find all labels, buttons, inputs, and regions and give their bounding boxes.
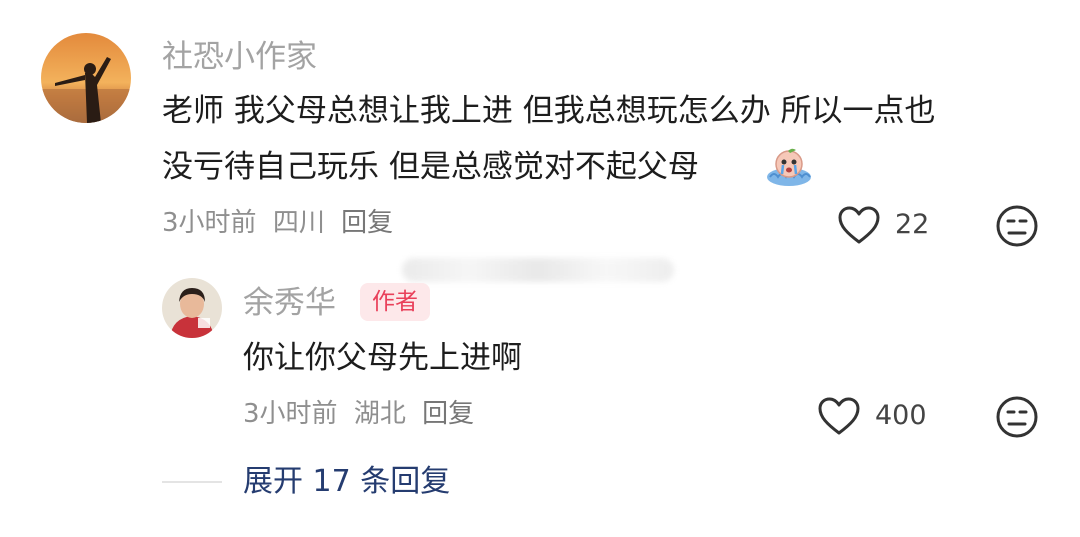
comment-text-line1: 老师 我父母总想让我上进 但我总想玩怎么办 所以一点也 xyxy=(162,93,936,129)
reply-meta: 3小时前 湖北 回复 xyxy=(243,397,482,431)
comment-reply-button[interactable]: 回复 xyxy=(341,208,393,238)
blurred-watermark xyxy=(402,258,674,282)
reply-username[interactable]: 余秀华 xyxy=(243,283,336,323)
dislike-face-icon[interactable] xyxy=(994,394,1040,440)
comment-like-count: 22 xyxy=(895,209,930,240)
dislike-face-icon[interactable] xyxy=(994,203,1040,249)
comment-location: 四川 xyxy=(272,208,325,238)
author-badge: 作者 xyxy=(360,283,430,321)
like-heart-icon[interactable] xyxy=(836,203,882,247)
crying-emoji-icon xyxy=(766,147,812,187)
comment-text-line2: 没亏待自己玩乐 但是总感觉对不起父母 xyxy=(162,149,699,185)
comment-meta: 3小时前 四川 回复 xyxy=(162,206,401,240)
reply-like-count: 400 xyxy=(875,400,927,431)
reply-location: 湖北 xyxy=(353,399,406,429)
reply-avatar[interactable] xyxy=(162,278,222,338)
expand-divider xyxy=(162,481,222,483)
user-avatar[interactable] xyxy=(41,33,131,123)
reply-time: 3小时前 xyxy=(243,399,338,429)
like-heart-icon[interactable] xyxy=(816,394,862,438)
reply-reply-button[interactable]: 回复 xyxy=(422,399,474,429)
comment-username[interactable]: 社恐小作家 xyxy=(162,37,317,77)
reply-text: 你让你父母先上进啊 xyxy=(243,340,522,376)
expand-replies-button[interactable]: 展开 17 条回复 xyxy=(243,462,450,502)
comment-time: 3小时前 xyxy=(162,208,257,238)
